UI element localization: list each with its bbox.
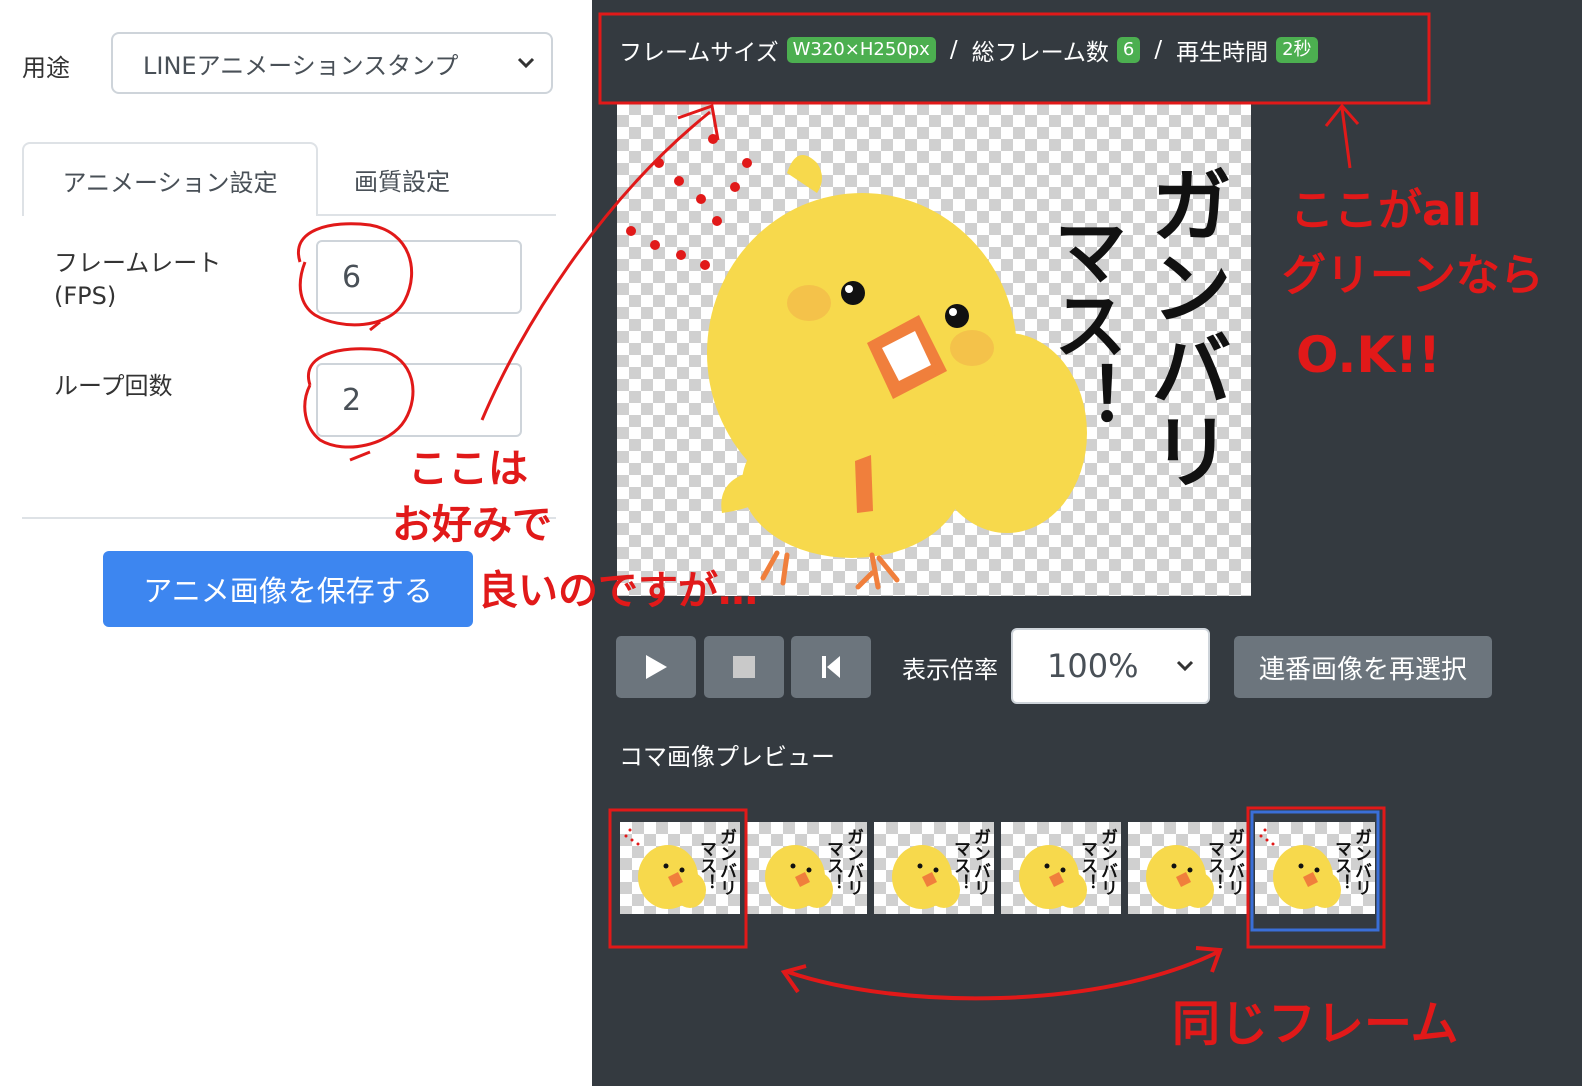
frame-thumbnail[interactable]: ガンバリ マス！ (1255, 822, 1375, 914)
frame-size-label: フレームサイズ (619, 40, 779, 66)
reselect-images-button[interactable]: 連番画像を再選択 (1234, 636, 1492, 698)
zoom-label: 表示倍率 (902, 656, 998, 684)
save-button-label: アニメ画像を保存する (143, 574, 433, 608)
divider (22, 517, 556, 519)
playback-time-badge: 2秒 (1276, 37, 1318, 63)
play-button[interactable] (616, 636, 696, 698)
preview-text-line1: ガンバリ (1136, 163, 1231, 491)
thumbnail-text: マス！ (950, 840, 970, 891)
animation-preview-image: ガンバリ マス！ (617, 103, 1251, 596)
chevron-down-icon (1176, 660, 1194, 672)
stop-icon (733, 656, 755, 678)
thumbnail-text: マス！ (696, 840, 716, 891)
thumbnail-text: マス！ (1077, 840, 1097, 891)
fps-input[interactable]: 6 (316, 240, 522, 314)
thumbnail-text: ガンバリ (970, 828, 990, 896)
tab-animation-settings[interactable]: アニメーション設定 (22, 142, 318, 216)
reselect-button-label: 連番画像を再選択 (1258, 654, 1467, 685)
thumbnail-text: マス！ (1204, 840, 1224, 891)
usage-select-value: LINEアニメーションスタンプ (143, 51, 459, 80)
total-frames-badge: 6 (1116, 37, 1141, 63)
fps-label: フレームレート (54, 249, 222, 277)
total-frames-label: 総フレーム数 (971, 40, 1109, 66)
save-animation-button[interactable]: アニメ画像を保存する (103, 551, 473, 627)
separator: / (1154, 37, 1163, 63)
skip-back-icon (822, 656, 840, 678)
frame-preview-title: コマ画像プレビュー (619, 743, 835, 771)
thumbnail-text: ガンバリ (843, 828, 863, 896)
tab-quality-settings[interactable]: 画質設定 (320, 142, 484, 216)
thumbnail-text: ガンバリ (1351, 828, 1371, 896)
settings-panel: 用途 LINEアニメーションスタンプ アニメーション設定 画質設定 フレームレー… (0, 0, 592, 1086)
frame-size-badge: W320×H250px (786, 37, 936, 63)
thumbnail-text: ガンバリ (716, 828, 736, 896)
playback-time-label: 再生時間 (1176, 40, 1269, 66)
loop-input-value: 2 (342, 382, 362, 418)
thumbnail-text: ガンバリ (1224, 828, 1244, 896)
usage-label: 用途 (22, 54, 70, 82)
thumbnail-text: マス！ (1331, 840, 1351, 891)
zoom-select[interactable]: 100% (1011, 628, 1210, 704)
chevron-down-icon (517, 57, 535, 69)
rewind-button[interactable] (791, 636, 871, 698)
loop-label: ループ回数 (54, 372, 173, 400)
tab-label: アニメーション設定 (62, 168, 278, 197)
frame-info-bar: フレームサイズ W320×H250px / 総フレーム数 6 / 再生時間 2秒 (619, 32, 1318, 68)
stop-button[interactable] (704, 636, 784, 698)
frame-thumbnail[interactable]: ガンバリ マス！ (747, 822, 867, 914)
frame-thumbnail[interactable]: ガンバリ マス！ (874, 822, 994, 914)
tab-label: 画質設定 (354, 167, 450, 196)
zoom-value: 100% (1047, 647, 1139, 685)
thumbnail-text: マス！ (823, 840, 843, 891)
frame-thumbnail[interactable]: ガンバリ マス！ (620, 822, 740, 914)
play-icon (646, 655, 667, 679)
loop-count-input[interactable]: 2 (316, 363, 522, 437)
frame-thumbnail[interactable]: ガンバリ マス！ (1128, 822, 1248, 914)
preview-text-line2: マス！ (1041, 213, 1127, 435)
usage-select[interactable]: LINEアニメーションスタンプ (111, 32, 553, 94)
separator: / (949, 37, 958, 63)
fps-input-value: 6 (342, 259, 362, 295)
fps-label-unit: (FPS) (54, 282, 117, 310)
thumbnail-text: ガンバリ (1097, 828, 1117, 896)
frame-thumbnail[interactable]: ガンバリ マス！ (1001, 822, 1121, 914)
